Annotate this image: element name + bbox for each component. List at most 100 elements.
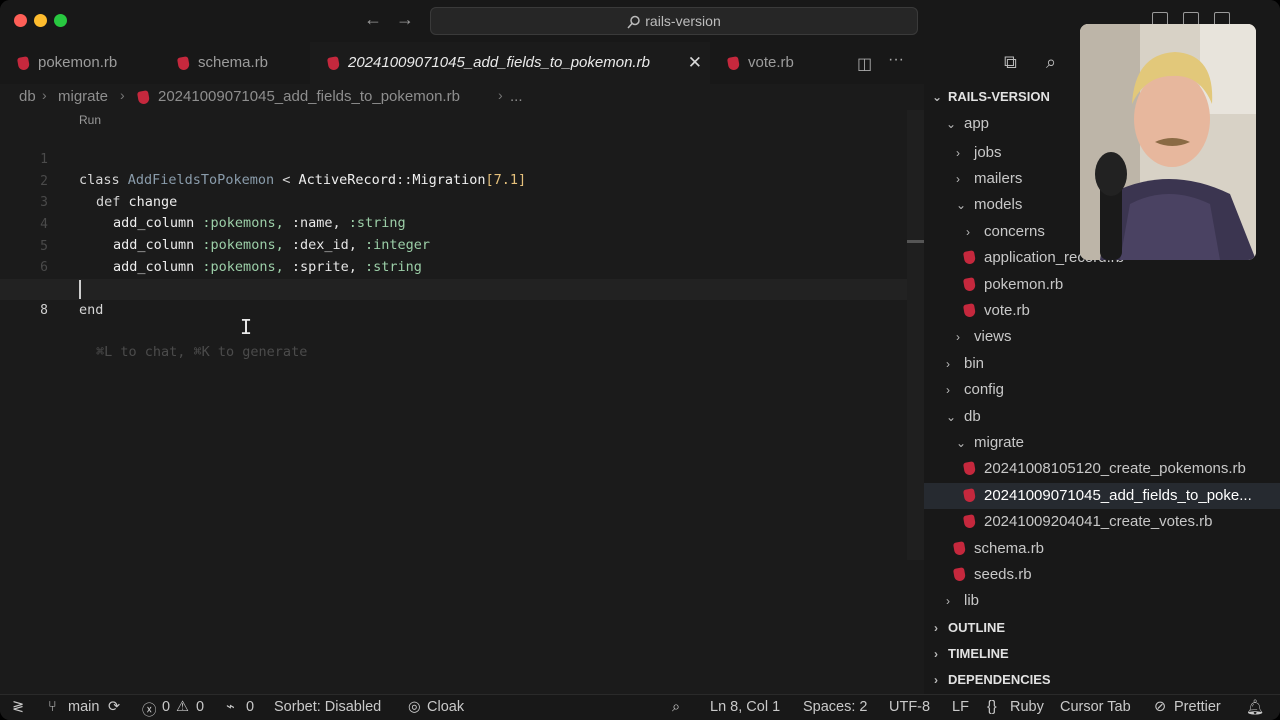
prettier-check-icon: ⊘ xyxy=(1154,699,1167,715)
chevron-right-icon: › xyxy=(946,383,950,397)
language-mode[interactable]: Ruby xyxy=(1010,699,1044,715)
current-code-line: 8 ⌘L to chat, ⌘K to generate xyxy=(0,279,910,360)
tree-folder-config[interactable]: › config xyxy=(924,377,1280,403)
tab-add-fields-migration[interactable]: 20241009071045_add_fields_to_pokemon.rb … xyxy=(310,42,710,84)
chevron-right-icon: › xyxy=(956,146,960,160)
tree-folder-migrate[interactable]: ⌄ migrate xyxy=(924,430,1280,456)
ports-count[interactable]: 0 xyxy=(246,699,254,715)
tree-label: jobs xyxy=(974,144,1002,161)
breadcrumb-file[interactable]: 20241009071045_add_fields_to_pokemon.rb xyxy=(158,88,460,105)
prettier-status[interactable]: Prettier xyxy=(1174,699,1221,715)
tree-folder-db[interactable]: ⌄ db xyxy=(924,404,1280,430)
tree-label: config xyxy=(964,381,1005,398)
ai-hint-text: ⌘L to chat, ⌘K to generate xyxy=(96,344,308,360)
tree-label: lib xyxy=(964,592,980,609)
timeline-section[interactable]: › TIMELINE xyxy=(924,641,1280,667)
files-icon[interactable]: ⧉ xyxy=(1004,52,1017,73)
minimize-window-button[interactable] xyxy=(34,14,47,27)
tree-label: pokemon.rb xyxy=(984,276,1064,293)
error-count[interactable]: 0 xyxy=(162,699,170,715)
code-line: 3 add_column :pokemons, :name, :string xyxy=(0,171,910,231)
dependencies-section[interactable]: › DEPENDENCIES xyxy=(924,667,1280,693)
tab-pokemon[interactable]: pokemon.rb xyxy=(0,42,158,84)
code-line: 5 add_column :pokemons, :sprite, :string xyxy=(0,215,910,275)
warning-icon[interactable]: ⚠ xyxy=(176,699,189,715)
tab-schema[interactable]: schema.rb xyxy=(160,42,310,84)
line-number: 8 xyxy=(40,303,48,318)
code-editor[interactable]: Run 1 class AddFieldsToPokemon < ActiveR… xyxy=(0,110,924,694)
breadcrumb: db › migrate › 20241009071045_add_fields… xyxy=(0,84,924,110)
section-label: TIMELINE xyxy=(948,646,1009,661)
ports-icon[interactable]: ⌁ xyxy=(226,699,235,715)
warning-count[interactable]: 0 xyxy=(196,699,204,715)
tree-label: models xyxy=(974,196,1023,213)
chevron-right-icon: › xyxy=(956,330,960,344)
section-label: OUTLINE xyxy=(948,620,1006,635)
tree-label: vote.rb xyxy=(984,302,1030,319)
close-window-button[interactable] xyxy=(14,14,27,27)
tree-file-create-pokemons[interactable]: 20241008105120_create_pokemons.rb xyxy=(924,456,1280,482)
error-icon[interactable]: ⓧ xyxy=(142,699,157,720)
code-line: 7 end xyxy=(0,258,910,318)
tree-label: app xyxy=(964,115,990,132)
ruby-file-icon xyxy=(962,461,977,476)
scrollbar-thumb[interactable] xyxy=(907,240,924,243)
project-name: RAILS-VERSION xyxy=(948,89,1050,104)
chevron-down-icon: ⌄ xyxy=(946,410,957,424)
chevron-right-icon: › xyxy=(946,594,950,608)
tree-folder-bin[interactable]: › bin xyxy=(924,351,1280,377)
sync-icon[interactable]: ⟳ xyxy=(108,699,120,715)
cursor-position[interactable]: Ln 8, Col 1 xyxy=(710,699,780,715)
editor-scrollbar[interactable] xyxy=(907,110,924,560)
tree-file-vote[interactable]: vote.rb xyxy=(924,298,1280,324)
tab-vote[interactable]: vote.rb xyxy=(710,42,840,84)
indentation[interactable]: Spaces: 2 xyxy=(803,699,868,715)
back-arrow-icon[interactable]: ← xyxy=(364,9,382,30)
webcam-overlay xyxy=(1080,24,1256,260)
tree-file-create-votes[interactable]: 20241009204041_create_votes.rb xyxy=(924,509,1280,535)
text-cursor xyxy=(79,280,81,299)
tab-label: schema.rb xyxy=(198,54,269,71)
breadcrumb-migrate[interactable]: migrate xyxy=(58,88,108,105)
command-search-box[interactable]: rails-version xyxy=(430,7,918,35)
editor-window: ← → rails-version pokemon.rb schema.rb 2… xyxy=(0,0,1280,720)
remote-icon[interactable]: ≷ xyxy=(12,699,24,715)
bell-icon[interactable]: 🔔︎ xyxy=(1246,699,1264,716)
breadcrumb-db[interactable]: db xyxy=(19,88,36,105)
tree-file-add-fields[interactable]: 20241009071045_add_fields_to_poke... xyxy=(924,483,1280,509)
ruby-file-icon xyxy=(952,567,967,582)
end-of-line[interactable]: LF xyxy=(952,699,969,715)
search-icon xyxy=(627,15,641,29)
branch-name[interactable]: main xyxy=(68,699,99,715)
split-editor-icon[interactable]: ◫ xyxy=(857,54,872,74)
tab-label: vote.rb xyxy=(748,54,794,71)
encoding[interactable]: UTF-8 xyxy=(889,699,930,715)
run-codelens[interactable]: Run xyxy=(79,113,101,127)
forward-arrow-icon[interactable]: → xyxy=(396,9,414,30)
ruby-file-icon xyxy=(16,56,31,71)
section-label: DEPENDENCIES xyxy=(948,672,1051,687)
ibeam-cursor-icon: I xyxy=(240,315,253,339)
ruby-file-icon xyxy=(962,488,977,503)
zoom-window-button[interactable] xyxy=(54,14,67,27)
cursor-tab-status[interactable]: Cursor Tab xyxy=(1060,699,1131,715)
presenter-video xyxy=(1080,24,1256,260)
keyword: end xyxy=(79,302,104,318)
cloak-status[interactable]: Cloak xyxy=(427,699,464,715)
tree-folder-lib[interactable]: › lib xyxy=(924,588,1280,614)
chevron-right-icon: › xyxy=(934,673,938,687)
more-icon[interactable]: ··· xyxy=(888,51,904,69)
chevron-down-icon: ⌄ xyxy=(956,198,967,212)
close-icon[interactable]: ✕ xyxy=(688,42,702,84)
zoom-icon[interactable]: ⌕ xyxy=(672,699,680,715)
ruby-file-icon xyxy=(962,514,977,529)
outline-section[interactable]: › OUTLINE xyxy=(924,615,1280,641)
breadcrumb-symbols[interactable]: ... xyxy=(510,88,523,105)
explorer-search-icon[interactable]: ⌕ xyxy=(1046,52,1056,73)
sorbet-status[interactable]: Sorbet: Disabled xyxy=(274,699,381,715)
tree-file-pokemon[interactable]: pokemon.rb xyxy=(924,272,1280,298)
tree-file-seeds[interactable]: seeds.rb xyxy=(924,562,1280,588)
tree-label: db xyxy=(964,408,981,425)
tree-folder-views[interactable]: › views xyxy=(924,324,1280,350)
tree-file-schema[interactable]: schema.rb xyxy=(924,536,1280,562)
